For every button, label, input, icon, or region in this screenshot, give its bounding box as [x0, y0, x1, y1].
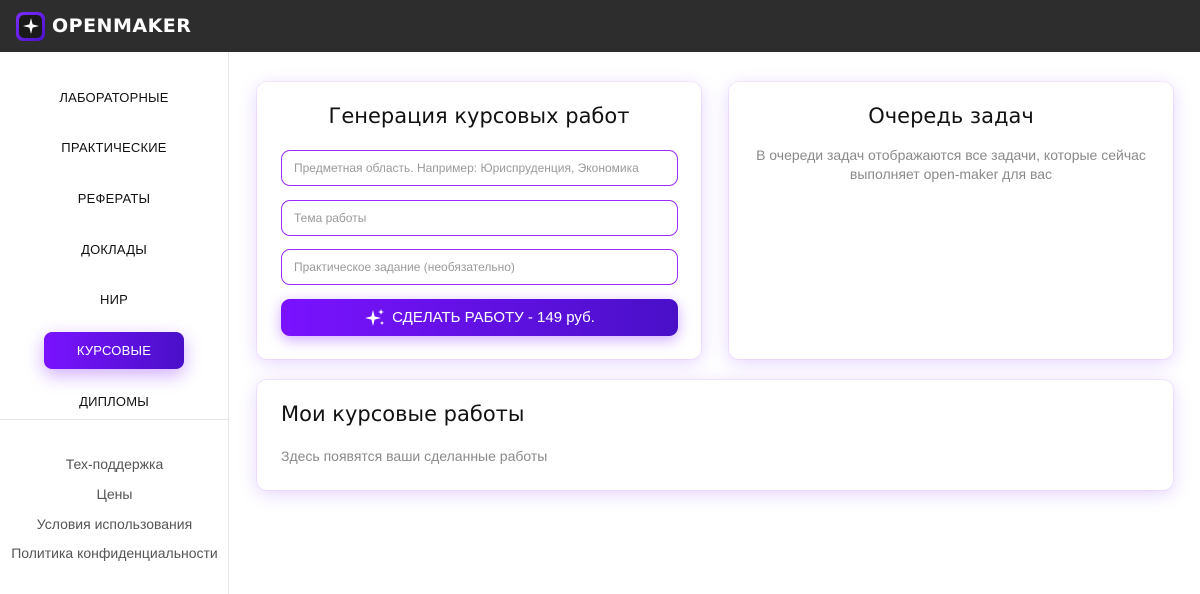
logo-icon[interactable]: [16, 11, 45, 41]
my-works-title: Мои курсовые работы: [281, 402, 525, 426]
generator-card: Генерация курсовых работ СДЕЛАТЬ РАБОТУ …: [257, 82, 701, 359]
my-works-empty-text: Здесь появятся ваши сделанные работы: [281, 448, 548, 464]
sidebar-item-research[interactable]: НИР: [44, 281, 184, 318]
make-work-button[interactable]: СДЕЛАТЬ РАБОТУ - 149 руб.: [281, 299, 678, 336]
sidebar-item-labs[interactable]: ЛАБОРАТОРНЫЕ: [44, 79, 184, 116]
generator-title: Генерация курсовых работ: [328, 104, 630, 128]
make-work-label: СДЕЛАТЬ РАБОТУ - 149 руб.: [392, 309, 595, 326]
practical-task-input[interactable]: [281, 249, 678, 285]
queue-description: В очереди задач отображаются все задачи,…: [756, 147, 1146, 182]
brand-name[interactable]: OPENMAKER: [52, 15, 191, 37]
terms-link[interactable]: Условия использования: [0, 516, 229, 532]
sparkle-icon: [364, 308, 386, 328]
sidebar-item-reports[interactable]: ДОКЛАДЫ: [44, 231, 184, 268]
sidebar-item-coursework[interactable]: КУРСОВЫЕ: [44, 332, 184, 369]
top-bar: OPENMAKER: [0, 0, 1200, 52]
my-works-card: Мои курсовые работы Здесь появятся ваши …: [257, 380, 1173, 490]
pricing-link[interactable]: Цены: [0, 486, 229, 502]
sidebar-item-diplomas[interactable]: ДИПЛОМЫ: [44, 383, 184, 420]
sidebar-divider: [0, 419, 229, 420]
sidebar-item-practical[interactable]: ПРАКТИЧЕСКИЕ: [44, 129, 184, 166]
support-link[interactable]: Тех-поддержка: [0, 456, 229, 472]
sidebar: ЛАБОРАТОРНЫЕ ПРАКТИЧЕСКИЕ РЕФЕРАТЫ ДОКЛА…: [0, 52, 229, 594]
sidebar-item-essays[interactable]: РЕФЕРАТЫ: [44, 180, 184, 217]
queue-card: Очередь задач В очереди задач отображают…: [729, 82, 1173, 359]
subject-area-input[interactable]: [281, 150, 678, 186]
privacy-link[interactable]: Политика конфиденциальности: [0, 545, 229, 561]
topic-input[interactable]: [281, 200, 678, 236]
queue-title: Очередь задач: [868, 104, 1034, 128]
